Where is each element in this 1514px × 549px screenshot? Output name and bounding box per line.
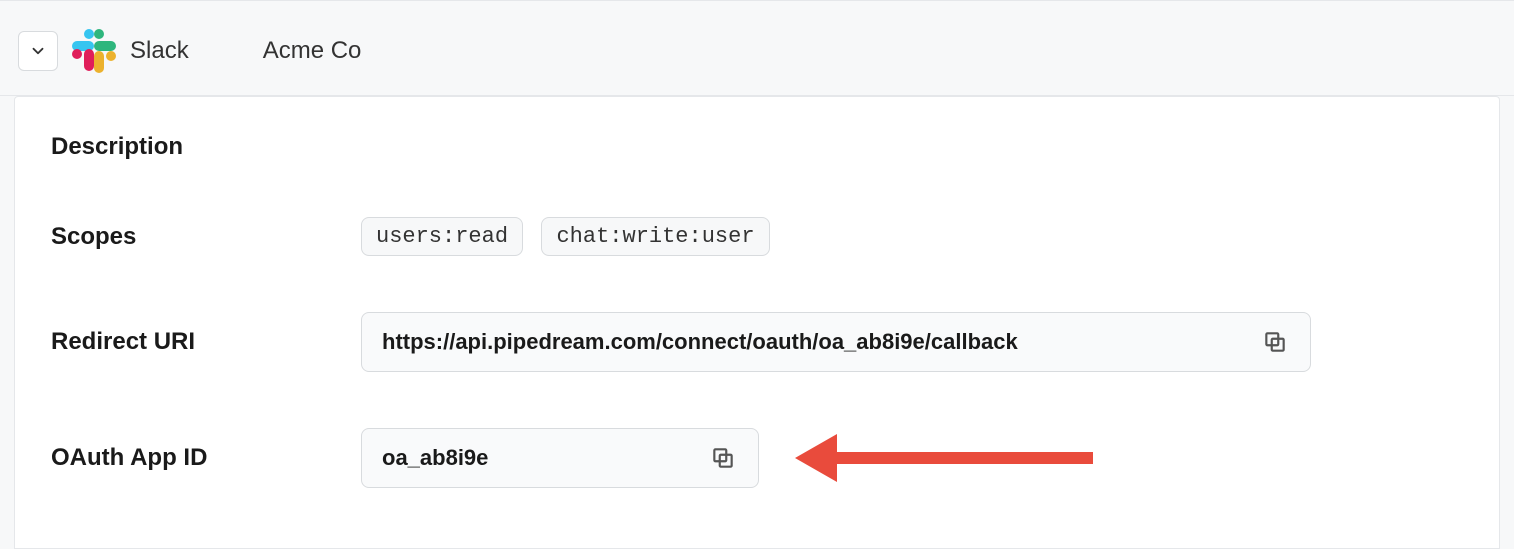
redirect-uri-value: https://api.pipedream.com/connect/oauth/… bbox=[382, 329, 1018, 355]
scope-chip: chat:write:user bbox=[541, 217, 769, 256]
scopes-row: Scopes users:read chat:write:user bbox=[51, 217, 1463, 256]
redirect-uri-row: Redirect URI https://api.pipedream.com/c… bbox=[51, 312, 1463, 372]
scopes-label: Scopes bbox=[51, 223, 361, 251]
copy-icon bbox=[1262, 329, 1288, 355]
scopes-list: users:read chat:write:user bbox=[361, 217, 784, 256]
oauth-app-id-value: oa_ab8i9e bbox=[382, 445, 488, 471]
app-name: Slack bbox=[130, 37, 189, 65]
oauth-app-id-box: oa_ab8i9e bbox=[361, 428, 759, 488]
scope-chip: users:read bbox=[361, 217, 523, 256]
description-label: Description bbox=[51, 133, 361, 161]
expand-toggle[interactable] bbox=[18, 31, 58, 71]
chevron-down-icon bbox=[29, 42, 47, 60]
redirect-uri-box: https://api.pipedream.com/connect/oauth/… bbox=[361, 312, 1311, 372]
details-panel: Description Scopes users:read chat:write… bbox=[14, 96, 1500, 549]
copy-icon bbox=[710, 445, 736, 471]
oauth-app-id-label: OAuth App ID bbox=[51, 444, 361, 472]
slack-icon bbox=[72, 29, 116, 73]
redirect-uri-label: Redirect URI bbox=[51, 328, 361, 356]
description-row: Description bbox=[51, 133, 1463, 161]
integration-header: Slack Acme Co bbox=[0, 0, 1514, 96]
org-name: Acme Co bbox=[263, 37, 362, 65]
copy-oauth-app-id-button[interactable] bbox=[708, 443, 738, 473]
copy-redirect-uri-button[interactable] bbox=[1260, 327, 1290, 357]
oauth-app-id-row: OAuth App ID oa_ab8i9e bbox=[51, 428, 1463, 488]
